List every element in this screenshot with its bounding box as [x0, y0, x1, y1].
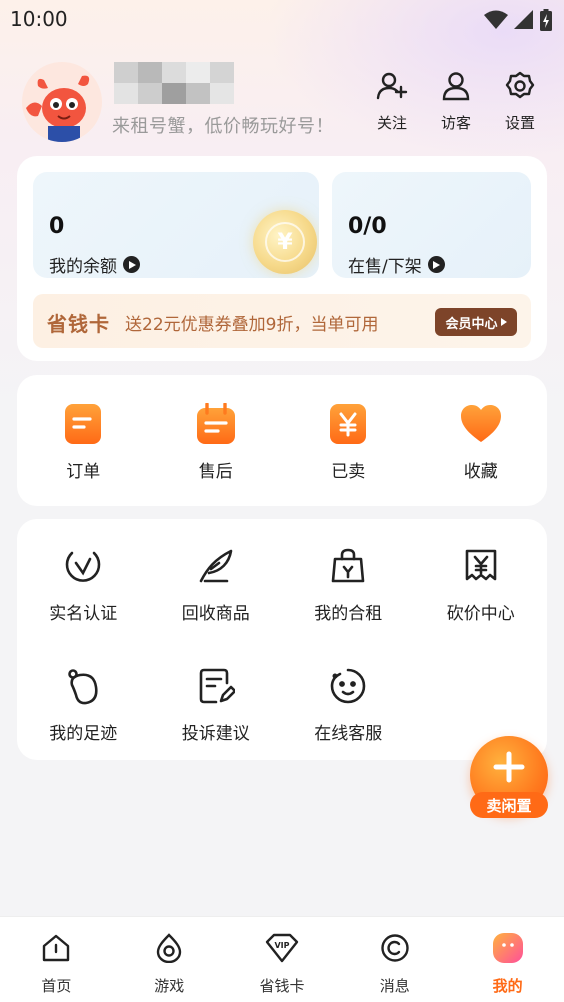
service-face-icon	[327, 665, 369, 707]
co-rent-label: 我的合租	[314, 604, 383, 624]
complaint-label: 投诉建议	[181, 724, 250, 744]
wallet-card: 0 我的余额 ¥ 0/0 在售/下架 省钱卡 送22元优惠券叠加9折，当单可用 …	[17, 156, 547, 361]
orders-label: 订单	[66, 462, 101, 482]
verify-icon	[62, 545, 104, 587]
bag-icon	[327, 545, 369, 587]
balance-label-row: 我的余额	[49, 252, 140, 277]
nav-messages-label: 消息	[379, 977, 410, 995]
battery-icon	[540, 9, 552, 31]
balance-label: 我的余额	[49, 257, 117, 277]
sold-item[interactable]: 已卖	[282, 403, 415, 482]
settings-button[interactable]: 设置	[496, 66, 544, 133]
bargain-center-item[interactable]: 砍价中心	[415, 545, 548, 624]
nav-messages[interactable]: 消息	[338, 917, 451, 1002]
balance-value: 0	[49, 214, 65, 239]
balance-box[interactable]: 0 我的余额 ¥	[33, 172, 319, 278]
chevron-right-icon	[500, 318, 507, 326]
online-service-item[interactable]: 在线客服	[282, 665, 415, 744]
add-user-icon	[372, 66, 412, 106]
visitor-label: 访客	[440, 114, 471, 132]
wifi-icon	[484, 10, 508, 29]
follow-button[interactable]: 关注	[368, 66, 416, 133]
online-service-label: 在线客服	[314, 724, 383, 744]
arrow-right-icon	[427, 256, 445, 273]
heart-icon	[460, 403, 502, 445]
status-icons	[484, 9, 552, 31]
sold-label: 已卖	[331, 462, 366, 482]
plus-icon	[493, 751, 525, 783]
onsale-value: 0/0	[348, 214, 387, 239]
nav-save-card-label: 省钱卡	[259, 977, 305, 995]
sell-idle-label: 卖闲置	[470, 792, 548, 818]
member-center-label: 会员中心	[445, 316, 498, 332]
game-icon	[152, 931, 186, 965]
onsale-label-row: 在售/下架	[348, 252, 445, 277]
recycle-label: 回收商品	[181, 604, 250, 624]
crab-mascot-icon	[22, 62, 102, 142]
profile-slogan: 来租号蟹，低价畅玩好号！	[112, 116, 334, 137]
services-row-1: 实名认证 回收商品 我的合租 砍价中心	[17, 545, 547, 624]
user-icon	[436, 66, 476, 106]
nav-me-label: 我的	[492, 977, 523, 995]
orders-item[interactable]: 订单	[17, 403, 150, 482]
svg-text:VIP: VIP	[274, 941, 289, 950]
yen-ticket-icon	[460, 545, 502, 587]
footprint-item[interactable]: 我的足迹	[17, 665, 150, 744]
signal-icon	[514, 10, 533, 29]
favorites-item[interactable]: 收藏	[415, 403, 548, 482]
nav-save-card[interactable]: VIP 省钱卡	[226, 917, 339, 1002]
co-rent-item[interactable]: 我的合租	[282, 545, 415, 624]
home-icon	[39, 931, 73, 965]
follow-label: 关注	[376, 114, 407, 132]
real-name-auth-label: 实名认证	[49, 604, 118, 624]
services-card: 实名认证 回收商品 我的合租 砍价中心 我的足迹 投诉建议 在线客服	[17, 519, 547, 760]
settings-label: 设置	[504, 114, 535, 132]
bottom-nav: 首页 游戏 VIP 省钱卡 消息 我的	[0, 916, 564, 1002]
onsale-label: 在售/下架	[348, 257, 422, 277]
onsale-box[interactable]: 0/0 在售/下架	[332, 172, 531, 278]
nav-games[interactable]: 游戏	[113, 917, 226, 1002]
services-row-2: 我的足迹 投诉建议 在线客服	[17, 665, 547, 744]
gear-icon	[500, 66, 540, 106]
bargain-center-label: 砍价中心	[446, 604, 515, 624]
edit-note-icon	[195, 665, 237, 707]
save-card-title: 省钱卡	[47, 312, 110, 336]
orders-card: 订单 售后 已卖 收藏	[17, 375, 547, 506]
footprint-label: 我的足迹	[49, 724, 118, 744]
nav-games-label: 游戏	[154, 977, 185, 995]
arrow-right-icon	[123, 256, 140, 273]
calendar-icon	[195, 403, 237, 445]
status-bar: 10:00	[0, 0, 564, 40]
nav-home-label: 首页	[41, 977, 72, 995]
after-sale-label: 售后	[198, 462, 233, 482]
vip-icon: VIP	[265, 931, 299, 965]
nav-home[interactable]: 首页	[0, 917, 113, 1002]
favorites-label: 收藏	[463, 462, 498, 482]
real-name-auth-item[interactable]: 实名认证	[17, 545, 150, 624]
footprint-icon	[62, 665, 104, 707]
status-time: 10:00	[10, 7, 68, 31]
coin-icon: ¥	[253, 210, 317, 274]
nav-me[interactable]: 我的	[451, 917, 564, 1002]
member-center-button[interactable]: 会员中心	[435, 308, 517, 336]
after-sale-item[interactable]: 售后	[150, 403, 283, 482]
save-card-banner[interactable]: 省钱卡 送22元优惠券叠加9折，当单可用 会员中心	[33, 294, 531, 348]
me-icon	[491, 931, 525, 965]
order-icon	[62, 403, 104, 445]
recycle-item[interactable]: 回收商品	[150, 545, 283, 624]
sell-idle-button[interactable]: 卖闲置	[468, 736, 550, 820]
complaint-item[interactable]: 投诉建议	[150, 665, 283, 744]
avatar[interactable]	[22, 62, 102, 142]
yen-tag-icon	[327, 403, 369, 445]
save-card-desc: 送22元优惠券叠加9折，当单可用	[125, 315, 379, 335]
feather-icon	[195, 545, 237, 587]
message-icon	[378, 931, 412, 965]
username-masked	[114, 62, 234, 104]
orders-row: 订单 售后 已卖 收藏	[17, 403, 547, 482]
profile-actions: 关注 访客 设置	[368, 66, 544, 133]
visitor-button[interactable]: 访客	[432, 66, 480, 133]
